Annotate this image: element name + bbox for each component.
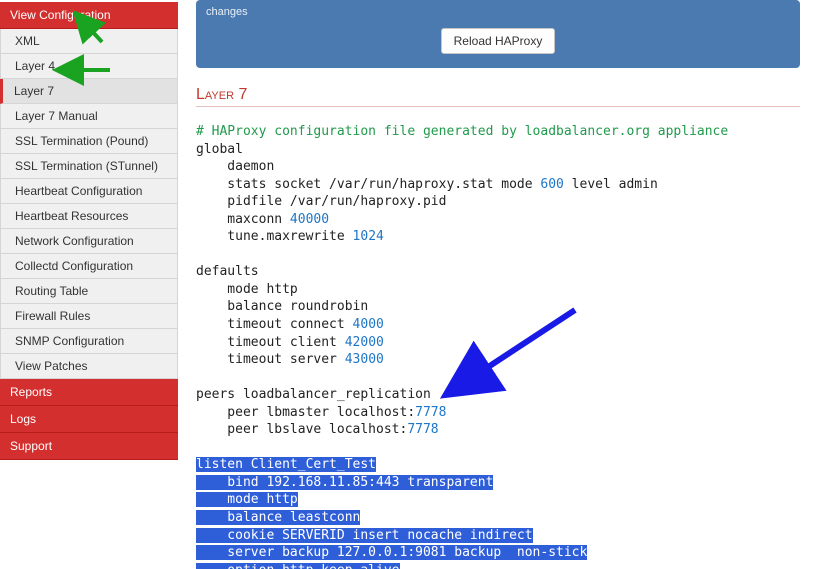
line-pidfile: pidfile /var/run/haproxy.pid: [196, 194, 446, 209]
main-content: changes Reload HAProxy Layer 7 # HAProxy…: [178, 0, 818, 569]
line-ts-pre: timeout server: [196, 352, 345, 367]
line-stats-post: level admin: [564, 177, 658, 192]
line-maxrw-val: 1024: [353, 229, 384, 244]
sidebar-item-heartbeat-config[interactable]: Heartbeat Configuration: [0, 179, 178, 204]
sidebar-item-heartbeat-resources[interactable]: Heartbeat Resources: [0, 204, 178, 229]
section-title: Layer 7: [196, 86, 800, 107]
line-peer-s-pre: peer lbslave localhost:: [196, 422, 407, 437]
sidebar-item-layer4[interactable]: Layer 4: [0, 54, 178, 79]
line-tcl-pre: timeout client: [196, 335, 345, 350]
line-maxconn-pre: maxconn: [196, 212, 290, 227]
sidebar-item-layer7[interactable]: Layer 7: [0, 79, 178, 104]
line-peer-s-port: 7778: [407, 422, 438, 437]
listen-l6: option http-keep-alive: [196, 563, 400, 569]
sidebar-logs[interactable]: Logs: [0, 406, 178, 433]
line-stats-num: 600: [540, 177, 563, 192]
haproxy-config: # HAProxy configuration file generated b…: [196, 123, 800, 569]
line-balance: balance roundrobin: [196, 299, 368, 314]
line-tc-val: 4000: [353, 317, 384, 332]
line-maxrw-pre: tune.maxrewrite: [196, 229, 353, 244]
line-peer-m-port: 7778: [415, 405, 446, 420]
line-daemon: daemon: [196, 159, 274, 174]
listen-l2: mode http: [196, 492, 298, 507]
listen-l4: cookie SERVERID insert nocache indirect: [196, 528, 533, 543]
line-stats-pre: stats socket /var/run/haproxy.stat mode: [196, 177, 540, 192]
sidebar-item-ssl-stunnel[interactable]: SSL Termination (STunnel): [0, 154, 178, 179]
reload-banner: changes Reload HAProxy: [196, 0, 800, 68]
sidebar-item-firewall-rules[interactable]: Firewall Rules: [0, 304, 178, 329]
listen-l1: bind 192.168.11.85:443 transparent: [196, 475, 493, 490]
sidebar-item-ssl-pound[interactable]: SSL Termination (Pound): [0, 129, 178, 154]
line-tc-pre: timeout connect: [196, 317, 353, 332]
sidebar-reports[interactable]: Reports: [0, 379, 178, 406]
line-peer-m-pre: peer lbmaster localhost:: [196, 405, 415, 420]
sidebar-header: View Configuration: [0, 2, 178, 29]
sidebar-support[interactable]: Support: [0, 433, 178, 460]
listen-l0: listen Client_Cert_Test: [196, 457, 376, 472]
listen-l3: balance leastconn: [196, 510, 360, 525]
config-comment: # HAProxy configuration file generated b…: [196, 124, 728, 139]
sidebar-item-snmp-config[interactable]: SNMP Configuration: [0, 329, 178, 354]
sidebar-item-xml[interactable]: XML: [0, 29, 178, 54]
kw-global: global: [196, 142, 243, 157]
sidebar-item-view-patches[interactable]: View Patches: [0, 354, 178, 379]
banner-hint: changes: [206, 6, 248, 18]
line-ts-val: 43000: [345, 352, 384, 367]
line-mode: mode http: [196, 282, 298, 297]
sidebar-item-collectd-config[interactable]: Collectd Configuration: [0, 254, 178, 279]
listen-l5: server backup 127.0.0.1:9081 backup non-…: [196, 545, 587, 560]
line-maxconn-val: 40000: [290, 212, 329, 227]
line-tcl-val: 42000: [345, 335, 384, 350]
sidebar-item-network-config[interactable]: Network Configuration: [0, 229, 178, 254]
kw-peers: peers loadbalancer_replication: [196, 387, 431, 402]
kw-defaults: defaults: [196, 264, 259, 279]
sidebar-item-layer7-manual[interactable]: Layer 7 Manual: [0, 104, 178, 129]
reload-haproxy-button[interactable]: Reload HAProxy: [441, 28, 556, 54]
sidebar: View Configuration XML Layer 4 Layer 7 L…: [0, 0, 178, 569]
sidebar-item-routing-table[interactable]: Routing Table: [0, 279, 178, 304]
